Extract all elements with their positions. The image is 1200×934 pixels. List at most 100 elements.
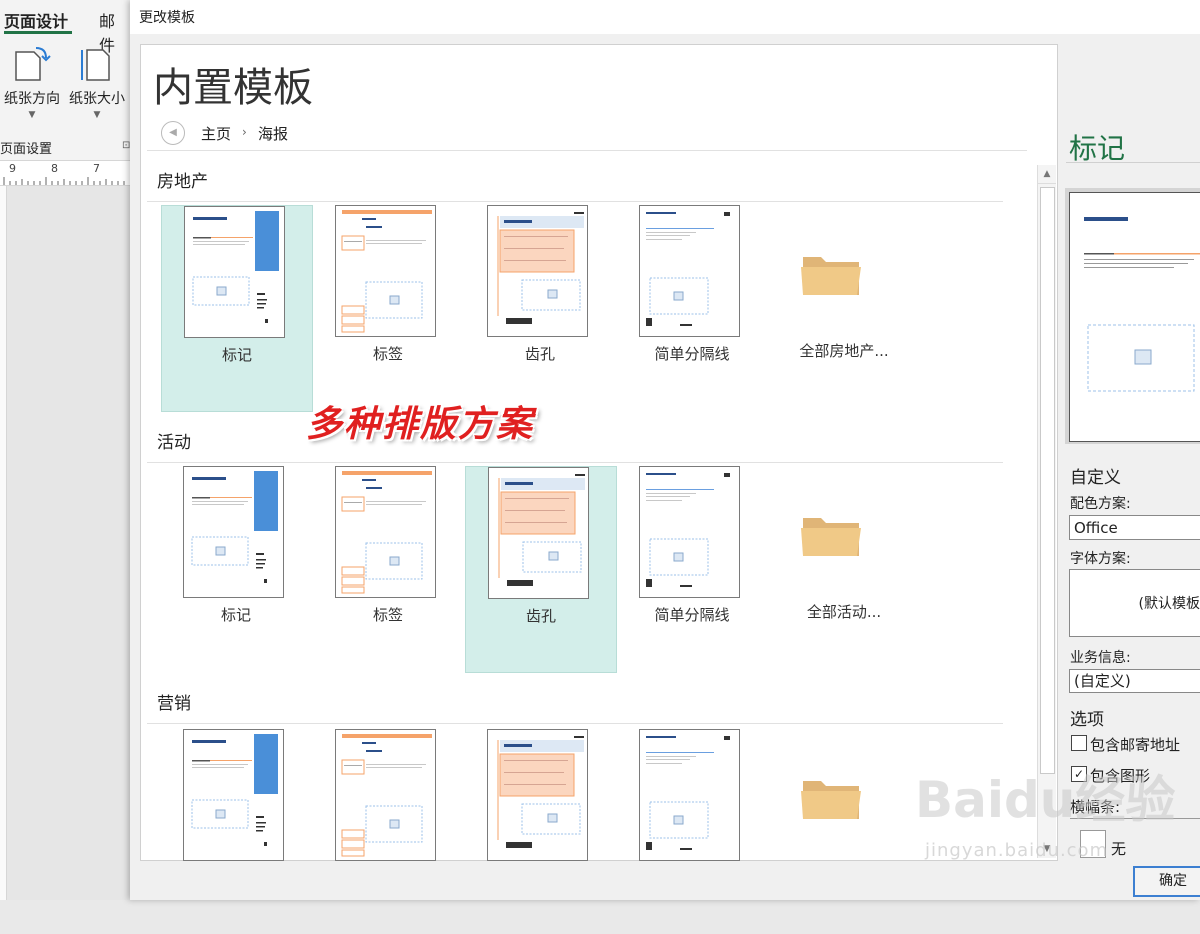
template-thumbnail [639,205,740,337]
page-title: 内置模板 [153,65,313,111]
template-tile[interactable]: 标记 [161,205,313,412]
folder-tile[interactable] [769,729,919,859]
dialog-title: 更改模板 [139,10,195,26]
template-tile[interactable]: 齿孔 [465,205,615,410]
template-label: 标签 [372,345,403,363]
horizontal-ruler: 9 8 7 [0,160,130,186]
template-tile[interactable]: 简单分隔线 [617,205,767,410]
template-label: 标记 [221,346,252,364]
color-scheme-select[interactable]: Office [1069,515,1200,540]
orientation-button[interactable]: 纸张方向 ▼ [1,44,63,124]
border-value: 无 [1111,840,1127,858]
template-tile[interactable]: 简单分隔线 [617,466,767,671]
preview-title: 标记 [1069,132,1126,165]
chevron-down-icon: ▼ [93,110,101,120]
template-thumbnail [639,466,740,598]
divider [147,723,1003,724]
gallery-scrollbar[interactable]: ▲ ▼ [1037,165,1056,858]
page-orientation-icon [15,47,51,81]
template-tile[interactable]: 齿孔 [465,466,617,673]
watermark-url: jingyan.baidu.com [925,840,1109,861]
thumbnail-artwork [646,212,730,326]
mailing-address-label: 包含邮寄地址 [1090,736,1181,754]
section-title-marketing: 营销 [157,694,191,714]
tab-page-design[interactable]: 页面设计 [4,8,68,32]
template-label: 标签 [372,606,403,624]
ruler-number: 9 [9,162,16,175]
ok-button[interactable]: 确定 [1133,866,1200,897]
folder-label: 全部房地产... [799,342,889,360]
mailing-address-checkbox[interactable] [1071,735,1087,751]
template-label: 标记 [220,606,251,624]
folder-icon [801,257,861,295]
customize-heading: 自定义 [1070,468,1121,488]
back-arrow-icon[interactable]: ◀ [161,121,185,145]
thumbnail-artwork [341,210,432,333]
template-thumbnail [183,729,284,861]
section-title-real-estate: 房地产 [157,172,208,192]
template-tile[interactable] [161,729,311,934]
template-thumbnail [335,205,436,337]
page-size-icon [81,49,110,81]
template-label: 齿孔 [524,345,555,363]
template-tile[interactable] [313,729,463,934]
ruler-number: 8 [51,162,58,175]
business-info-select[interactable]: (自定义) [1069,669,1200,693]
template-thumbnail [335,466,436,598]
template-label: 简单分隔线 [654,345,730,363]
folder-icon [801,518,861,556]
vertical-ruler [0,186,7,900]
folder-tile[interactable]: 全部活动... [769,466,919,671]
breadcrumb-separator: › [242,125,247,139]
font-scheme-label: 字体方案: [1070,551,1131,567]
template-thumbnail [183,466,284,598]
ribbon: 页面设计 邮件 纸张方向 ▼ 纸张大小 ▼ 页面设置 ⊡ 9 8 7 [0,0,130,900]
template-thumbnail [184,206,285,338]
template-tile[interactable]: 标签 [313,205,463,410]
thumbnail-artwork [497,736,584,848]
divider [147,201,1003,202]
template-label: 简单分隔线 [654,606,730,624]
thumbnail-artwork [498,474,585,586]
thumbnail-artwork [191,471,278,583]
template-thumbnail [335,729,436,861]
template-tile[interactable]: 标记 [161,466,311,671]
thumbnail-artwork [192,211,279,323]
ruler-ticks [3,177,125,185]
breadcrumb-home[interactable]: 主页 [201,123,231,144]
divider [1066,162,1200,163]
color-scheme-label: 配色方案: [1070,496,1131,512]
thumbnail-artwork [191,734,278,846]
template-tile[interactable] [617,729,767,934]
options-heading: 选项 [1070,710,1104,730]
size-button[interactable]: 纸张大小 ▼ [66,44,128,124]
document-workspace [0,186,130,900]
thumbnail-artwork [646,473,730,587]
orientation-label: 纸张方向 [4,91,60,107]
template-tile[interactable]: 标签 [313,466,463,671]
business-info-label: 业务信息: [1070,650,1131,666]
section-title-events: 活动 [157,433,191,453]
folder-tile[interactable]: 全部房地产... [769,205,919,410]
chevron-down-icon: ▼ [28,110,36,120]
template-gallery: 内置模板 ◀ 主页 › 海报 房地产 标记 标签 齿孔 简单分隔线 全部房地产.… [140,44,1058,861]
template-thumbnail [488,467,589,599]
font-scheme-select[interactable]: (默认模板 [1069,569,1200,637]
preview-artwork [1084,217,1200,392]
page-setup-group-label: 页面设置 [0,142,53,157]
thumbnail-artwork [646,736,730,850]
ruler-number: 7 [93,162,100,175]
scroll-thumb[interactable] [1040,187,1055,774]
scroll-up-icon[interactable]: ▲ [1038,165,1056,184]
breadcrumb-current: 海报 [258,125,289,143]
folder-label: 全部活动... [806,603,882,621]
thumbnail-artwork [341,734,432,857]
annotation-overlay-text: 多种排版方案 [306,403,535,445]
dialog-titlebar: 更改模板 [130,0,1200,34]
template-preview [1065,188,1200,444]
thumbnail-artwork [341,471,432,594]
template-tile[interactable] [465,729,615,934]
preview-page [1069,192,1200,442]
divider [147,150,1027,151]
template-thumbnail [487,729,588,861]
